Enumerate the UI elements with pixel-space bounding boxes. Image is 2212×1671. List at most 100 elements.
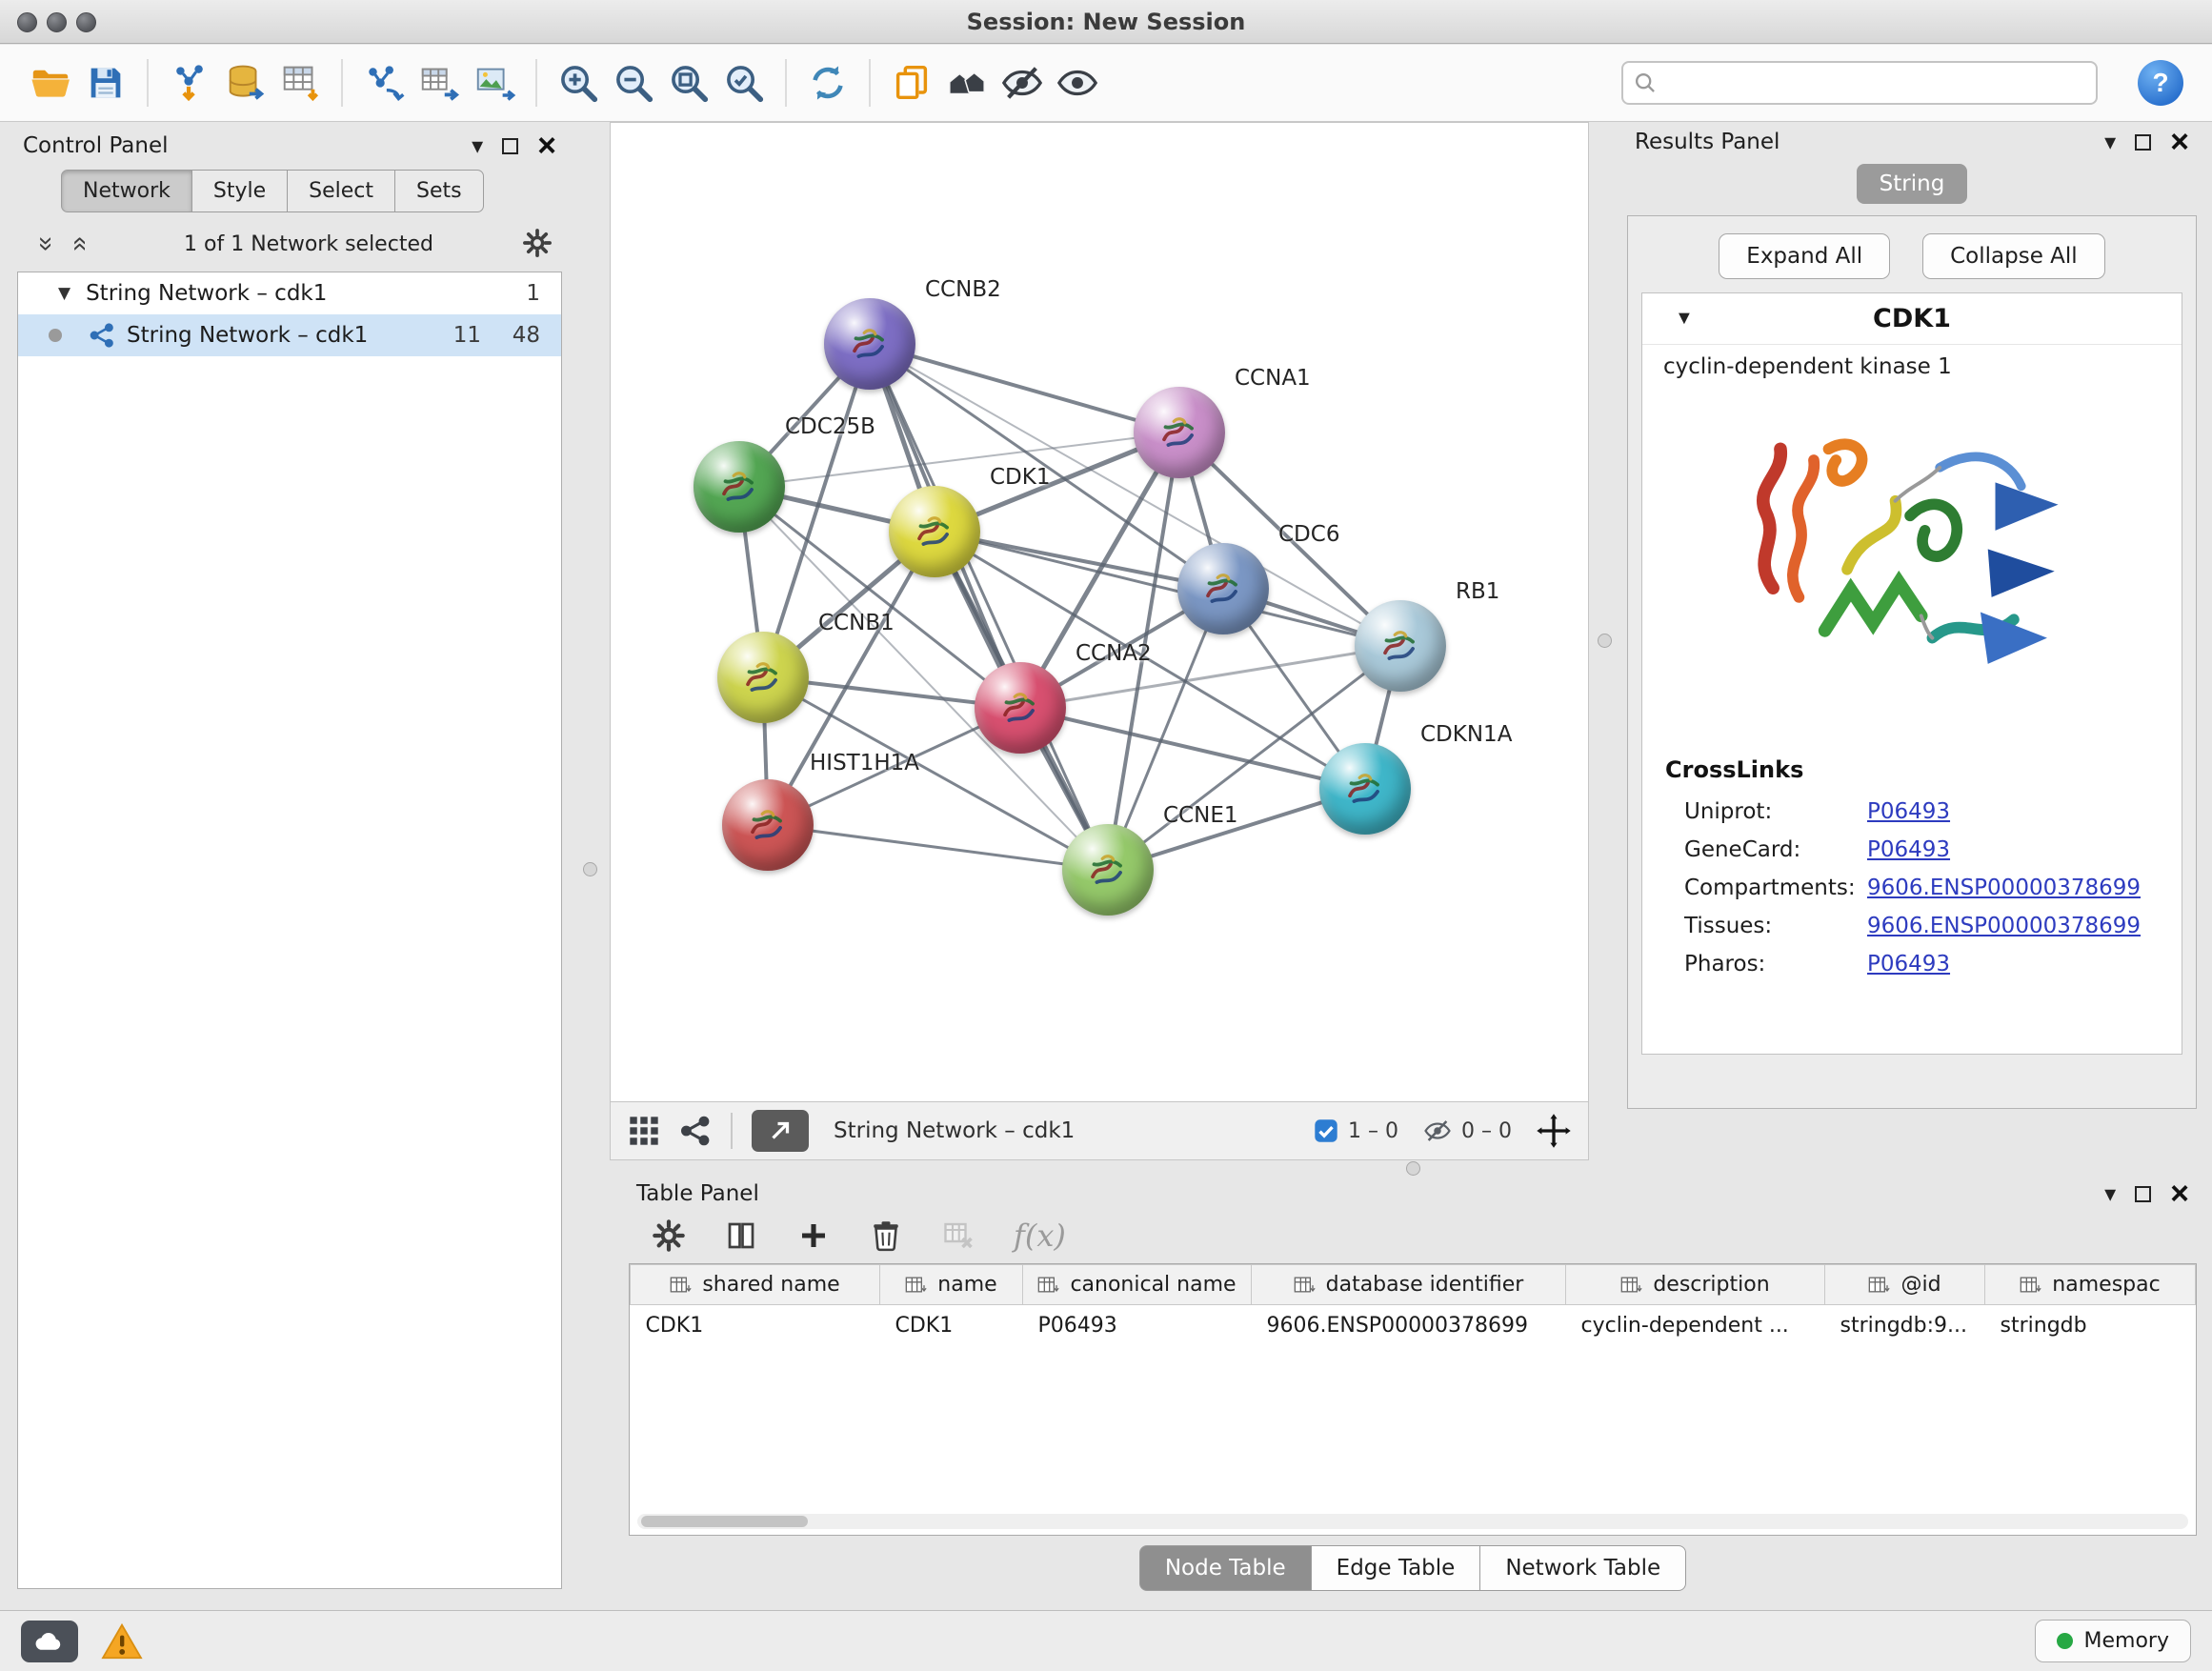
move-tool-button[interactable] bbox=[1537, 1114, 1571, 1148]
tissues-link[interactable]: 9606.ENSP00000378699 bbox=[1867, 914, 2141, 938]
column-header-namespace[interactable]: namespac bbox=[1985, 1265, 2196, 1305]
zoom-fit-icon bbox=[667, 61, 711, 105]
open-session-button[interactable] bbox=[23, 55, 78, 111]
node-sphere bbox=[694, 441, 785, 533]
zoom-out-button[interactable] bbox=[606, 55, 661, 111]
collapse-all-button[interactable]: Collapse All bbox=[1922, 233, 2105, 279]
tab-edge-table[interactable]: Edge Table bbox=[1311, 1545, 1481, 1591]
delete-column-button[interactable] bbox=[869, 1218, 903, 1253]
network-collection-row[interactable]: ▼ String Network – cdk1 1 bbox=[18, 272, 561, 314]
table-settings-button[interactable] bbox=[652, 1218, 686, 1253]
panel-collapse-button[interactable]: ▾ bbox=[2104, 129, 2116, 156]
open-in-window-button[interactable] bbox=[752, 1110, 809, 1152]
panel-close-button[interactable]: × bbox=[537, 130, 556, 162]
protein-section-collapse-toggle[interactable]: ▼ bbox=[1675, 308, 1694, 330]
tab-network-table[interactable]: Network Table bbox=[1479, 1545, 1686, 1591]
network-node[interactable]: CDK1 bbox=[889, 486, 980, 577]
node-sphere bbox=[1355, 600, 1446, 692]
apply-layout-button[interactable] bbox=[800, 55, 855, 111]
collection-expand-toggle[interactable]: ▼ bbox=[58, 284, 70, 303]
show-columns-button[interactable] bbox=[724, 1218, 758, 1253]
scrollbar-thumb[interactable] bbox=[641, 1516, 808, 1527]
network-node[interactable]: CCNE1 bbox=[1062, 824, 1154, 916]
import-network-file-button[interactable] bbox=[162, 55, 217, 111]
column-header-canonical-name[interactable]: canonical name bbox=[1023, 1265, 1252, 1305]
tab-node-table[interactable]: Node Table bbox=[1139, 1545, 1312, 1591]
column-header-description[interactable]: description bbox=[1566, 1265, 1825, 1305]
save-session-button[interactable] bbox=[78, 55, 133, 111]
zoom-selected-button[interactable] bbox=[716, 55, 772, 111]
expand-all-button[interactable]: Expand All bbox=[1719, 233, 1890, 279]
add-column-button[interactable] bbox=[796, 1218, 831, 1253]
zoom-window-button[interactable] bbox=[76, 12, 96, 32]
splitter-grip[interactable] bbox=[583, 862, 597, 876]
warnings-button[interactable] bbox=[101, 1622, 143, 1661]
import-table-file-button[interactable] bbox=[272, 55, 328, 111]
genecard-link[interactable]: P06493 bbox=[1867, 837, 1950, 862]
network-node[interactable]: CCNB1 bbox=[717, 632, 809, 723]
tab-style[interactable]: Style bbox=[191, 170, 288, 212]
network-node[interactable]: CCNA1 bbox=[1134, 387, 1225, 478]
export-image-button[interactable] bbox=[467, 55, 522, 111]
toolbar-separator bbox=[535, 59, 537, 107]
splitter-grip[interactable] bbox=[1598, 634, 1612, 648]
function-builder-button[interactable]: f(x) bbox=[1014, 1218, 1066, 1254]
column-header-database-identifier[interactable]: database identifier bbox=[1252, 1265, 1566, 1305]
minimize-window-button[interactable] bbox=[47, 12, 67, 32]
network-node[interactable]: CDKN1A bbox=[1319, 743, 1411, 835]
network-canvas[interactable]: CCNB2 CCNA1 CDC25B CDK1 CDC6 RB1 CCNB1 bbox=[611, 123, 1588, 1101]
hide-graphics-details-button[interactable] bbox=[995, 55, 1050, 111]
new-network-from-selection-button[interactable] bbox=[356, 55, 412, 111]
network-row[interactable]: String Network – cdk1 11 48 bbox=[18, 314, 561, 356]
network-options-button[interactable] bbox=[522, 228, 553, 261]
panel-collapse-button[interactable]: ▾ bbox=[2104, 1180, 2116, 1208]
collection-label: String Network – cdk1 bbox=[86, 281, 327, 306]
close-window-button[interactable] bbox=[17, 12, 37, 32]
memory-button[interactable]: Memory bbox=[2035, 1620, 2191, 1662]
zoom-in-button[interactable] bbox=[551, 55, 606, 111]
grid-view-button[interactable] bbox=[628, 1115, 660, 1147]
network-node[interactable]: CCNA2 bbox=[975, 662, 1066, 754]
cloud-sync-button[interactable] bbox=[21, 1621, 78, 1662]
splitter-grip[interactable] bbox=[1406, 1161, 1420, 1176]
node-label: CCNA1 bbox=[1235, 366, 1311, 391]
expand-all-networks-button[interactable]: « bbox=[27, 229, 61, 259]
tab-select[interactable]: Select bbox=[287, 170, 395, 212]
show-graphics-details-button[interactable] bbox=[1050, 55, 1105, 111]
zoom-fit-button[interactable] bbox=[661, 55, 716, 111]
panel-float-button[interactable] bbox=[502, 138, 518, 154]
network-node[interactable]: CDC25B bbox=[694, 441, 785, 533]
column-header-name[interactable]: name bbox=[880, 1265, 1023, 1305]
panel-close-button[interactable]: × bbox=[2170, 1178, 2189, 1210]
panel-close-button[interactable]: × bbox=[2170, 126, 2189, 158]
import-network-database-button[interactable] bbox=[217, 55, 272, 111]
checkbox-icon bbox=[1314, 1118, 1338, 1143]
table-row[interactable]: CDK1 CDK1 P06493 9606.ENSP00000378699 cy… bbox=[631, 1305, 2196, 1347]
node-label: CDK1 bbox=[990, 465, 1051, 490]
panel-float-button[interactable] bbox=[2135, 1186, 2151, 1202]
help-button[interactable]: ? bbox=[2138, 60, 2183, 106]
horizontal-scrollbar[interactable] bbox=[637, 1514, 2188, 1529]
tab-network[interactable]: Network bbox=[61, 170, 192, 212]
tab-sets[interactable]: Sets bbox=[394, 170, 484, 212]
delete-table-button[interactable] bbox=[941, 1218, 975, 1253]
network-node[interactable]: RB1 bbox=[1355, 600, 1446, 692]
search-input[interactable] bbox=[1665, 71, 2086, 95]
compartments-link[interactable]: 9606.ENSP00000378699 bbox=[1867, 876, 2141, 900]
pharos-link[interactable]: P06493 bbox=[1867, 952, 1950, 976]
nested-networks-button[interactable] bbox=[939, 55, 995, 111]
collapse-all-networks-button[interactable]: » bbox=[61, 229, 95, 259]
network-node[interactable]: HIST1H1A bbox=[722, 779, 814, 871]
panel-float-button[interactable] bbox=[2135, 134, 2151, 151]
column-header-id[interactable]: @id bbox=[1825, 1265, 1985, 1305]
panel-collapse-button[interactable]: ▾ bbox=[472, 132, 483, 160]
network-overview-button[interactable] bbox=[679, 1115, 712, 1147]
network-node[interactable]: CCNB2 bbox=[824, 298, 915, 390]
uniprot-link[interactable]: P06493 bbox=[1867, 799, 1950, 824]
node-sphere bbox=[824, 298, 915, 390]
copy-view-button[interactable] bbox=[884, 55, 939, 111]
results-tab-string[interactable]: String bbox=[1857, 164, 1968, 204]
export-table-button[interactable] bbox=[412, 55, 467, 111]
network-node[interactable]: CDC6 bbox=[1177, 543, 1269, 634]
column-header-shared-name[interactable]: shared name bbox=[631, 1265, 880, 1305]
